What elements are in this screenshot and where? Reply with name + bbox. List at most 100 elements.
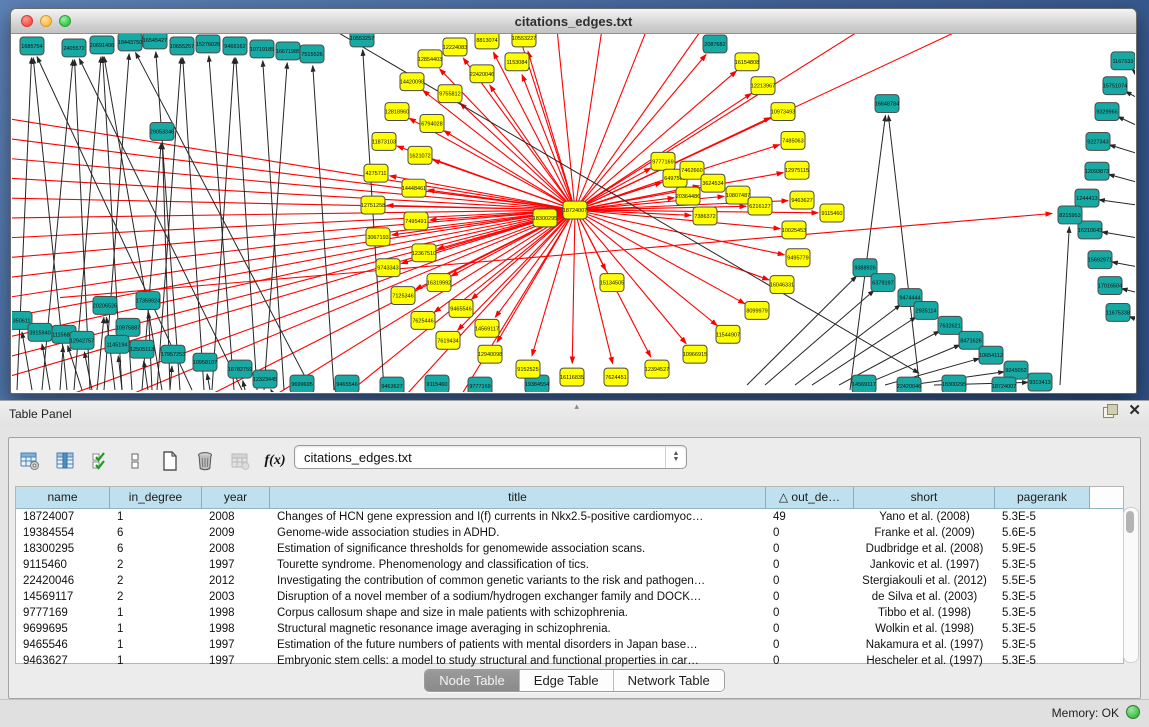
- float-panel-icon[interactable]: [1103, 404, 1118, 418]
- zoom-window-icon[interactable]: [59, 15, 71, 27]
- table-panel-title: Table Panel: [9, 407, 72, 421]
- tab-network-table[interactable]: Network Table: [614, 670, 724, 691]
- graph-node-label: 7485063: [782, 138, 803, 144]
- table-cell: 0: [766, 605, 854, 621]
- row-options-icon[interactable]: [124, 450, 146, 472]
- graph-node-label: 12213967: [751, 84, 775, 90]
- column-header-name[interactable]: name: [16, 487, 110, 508]
- table-row[interactable]: 946362711997Embryonic stem cells: a mode…: [16, 653, 1123, 669]
- column-header-short[interactable]: short: [854, 487, 995, 508]
- graph-node-label: 15276026: [196, 42, 220, 48]
- graph-node-label: 10807487: [726, 193, 750, 199]
- table-cell: Corpus callosum shape and size in male p…: [270, 605, 766, 621]
- graph-node-label: 7515526: [301, 52, 322, 58]
- column-header-out_de[interactable]: △ out_de…: [766, 487, 854, 508]
- table-settings-icon[interactable]: [19, 450, 41, 472]
- graph-node-label: 16046331: [770, 283, 794, 289]
- close-window-icon[interactable]: [21, 15, 33, 27]
- tab-node-table[interactable]: Node Table: [425, 670, 520, 691]
- table-cell: 5.5E-5: [995, 573, 1090, 589]
- new-table-icon[interactable]: [159, 450, 181, 472]
- graph-node-label: 9743343: [377, 266, 398, 272]
- table-panel-body: f(x) citations_edges.txt ▲▼ namein_degre…: [8, 437, 1141, 699]
- table-cell: 5.3E-5: [995, 589, 1090, 605]
- column-header-year[interactable]: year: [202, 487, 270, 508]
- table-cell: [1090, 621, 1123, 637]
- table-cell: [1090, 637, 1123, 653]
- table-cell: [1090, 509, 1123, 525]
- table-cell: 5.3E-5: [995, 621, 1090, 637]
- table-cell: 2012: [202, 573, 270, 589]
- table-cell: 2: [110, 589, 202, 605]
- table-cell: 0: [766, 589, 854, 605]
- table-cell: 1: [110, 621, 202, 637]
- graph-node-label: 6216127: [749, 204, 770, 210]
- graph-node-label: 9699695: [291, 382, 312, 388]
- graph-node-label: 11873103: [372, 139, 396, 145]
- table-header-row: namein_degreeyeartitle△ out_de…shortpage…: [16, 487, 1123, 509]
- table-cell: Investigating the contribution of common…: [270, 573, 766, 589]
- table-source-select[interactable]: citations_edges.txt ▲▼: [294, 445, 687, 469]
- minimize-window-icon[interactable]: [40, 15, 52, 27]
- table-row[interactable]: 946554611997Estimation of the future num…: [16, 637, 1123, 653]
- close-panel-icon[interactable]: ✕: [1128, 404, 1141, 418]
- table-cell: 2008: [202, 541, 270, 557]
- table-cell: 49: [766, 509, 854, 525]
- column-header-pagerank[interactable]: pagerank: [995, 487, 1090, 508]
- table-panel-header[interactable]: Table Panel ▴ ✕: [0, 401, 1149, 427]
- graph-node-label: 7619434: [437, 338, 458, 344]
- table-cell: 1: [110, 509, 202, 525]
- table-cell: 1: [110, 637, 202, 653]
- table-cell: 0: [766, 525, 854, 541]
- table-cell: 0: [766, 637, 854, 653]
- graph-node-label: 9755812: [439, 92, 460, 98]
- network-canvas[interactable]: 1685754240557220691406184437501654542710…: [12, 34, 1135, 392]
- show-columns-icon[interactable]: [54, 450, 76, 472]
- tab-edge-table[interactable]: Edge Table: [520, 670, 614, 691]
- table-vertical-scrollbar[interactable]: [1123, 507, 1139, 663]
- table-cell: Genome-wide association studies in ADHD.: [270, 525, 766, 541]
- table-row[interactable]: 969969511998Structural magnetic resonanc…: [16, 621, 1123, 637]
- function-builder-icon[interactable]: f(x): [264, 450, 286, 472]
- table-row[interactable]: 1830029562008Estimation of significance …: [16, 541, 1123, 557]
- graph-node-label: 9388926: [854, 266, 875, 272]
- select-rows-icon[interactable]: [89, 450, 111, 472]
- table-row[interactable]: 911546021997Tourette syndrome. Phenomeno…: [16, 557, 1123, 573]
- network-window[interactable]: citations_edges.txt 16857542405572206: [10, 8, 1137, 394]
- graph-node-label: 9495779: [787, 256, 808, 262]
- splitter-handle[interactable]: ▴: [575, 402, 580, 410]
- graph-node-label: 17016504: [1098, 284, 1122, 290]
- table-cell: 2003: [202, 589, 270, 605]
- table-cell: 2: [110, 573, 202, 589]
- table-cell: 0: [766, 541, 854, 557]
- graph-node-label: 7625446: [412, 318, 433, 324]
- column-header-in_degree[interactable]: in_degree: [110, 487, 202, 508]
- graph-node-label: 7125346: [392, 294, 413, 300]
- graph-node-label: 12854403: [418, 57, 442, 63]
- graph-node-label: 14569117: [852, 382, 876, 388]
- graph-node-label: 9152525: [517, 367, 538, 373]
- table-row[interactable]: 1938455462009Genome-wide association stu…: [16, 525, 1123, 541]
- delete-table-icon[interactable]: [194, 450, 216, 472]
- table-cell: Tourette syndrome. Phenomenology and cla…: [270, 557, 766, 573]
- table-row[interactable]: 1456911722003Disruption of a novel membe…: [16, 589, 1123, 605]
- table-cell: 2009: [202, 525, 270, 541]
- column-header-title[interactable]: title: [270, 487, 766, 508]
- graph-node-label: 14420098: [400, 80, 424, 86]
- table-cell: Jankovic et al. (1997): [854, 557, 995, 573]
- table-cell: Estimation of significance thresholds fo…: [270, 541, 766, 557]
- table-row[interactable]: 977716911998Corpus callosum shape and si…: [16, 605, 1123, 621]
- memory-status-label: Memory: OK: [1052, 706, 1119, 720]
- network-window-titlebar[interactable]: citations_edges.txt: [11, 9, 1136, 34]
- table-cell: Estimation of the future numbers of pati…: [270, 637, 766, 653]
- table-cell: 9463627: [16, 653, 110, 669]
- graph-node-label: 18300295: [533, 216, 557, 222]
- graph-node-label: 10655257: [170, 44, 194, 50]
- table-cell: Hescheler et al. (1997): [854, 653, 995, 669]
- scrollbar-thumb[interactable]: [1126, 511, 1134, 533]
- table-row[interactable]: 2242004622012Investigating the contribut…: [16, 573, 1123, 589]
- table-row[interactable]: 1872400712008Changes of HCN gene express…: [16, 509, 1123, 525]
- graph-node-label: 12751258: [361, 203, 385, 209]
- import-table-icon[interactable]: [229, 450, 251, 472]
- table-body: 1872400712008Changes of HCN gene express…: [16, 509, 1123, 669]
